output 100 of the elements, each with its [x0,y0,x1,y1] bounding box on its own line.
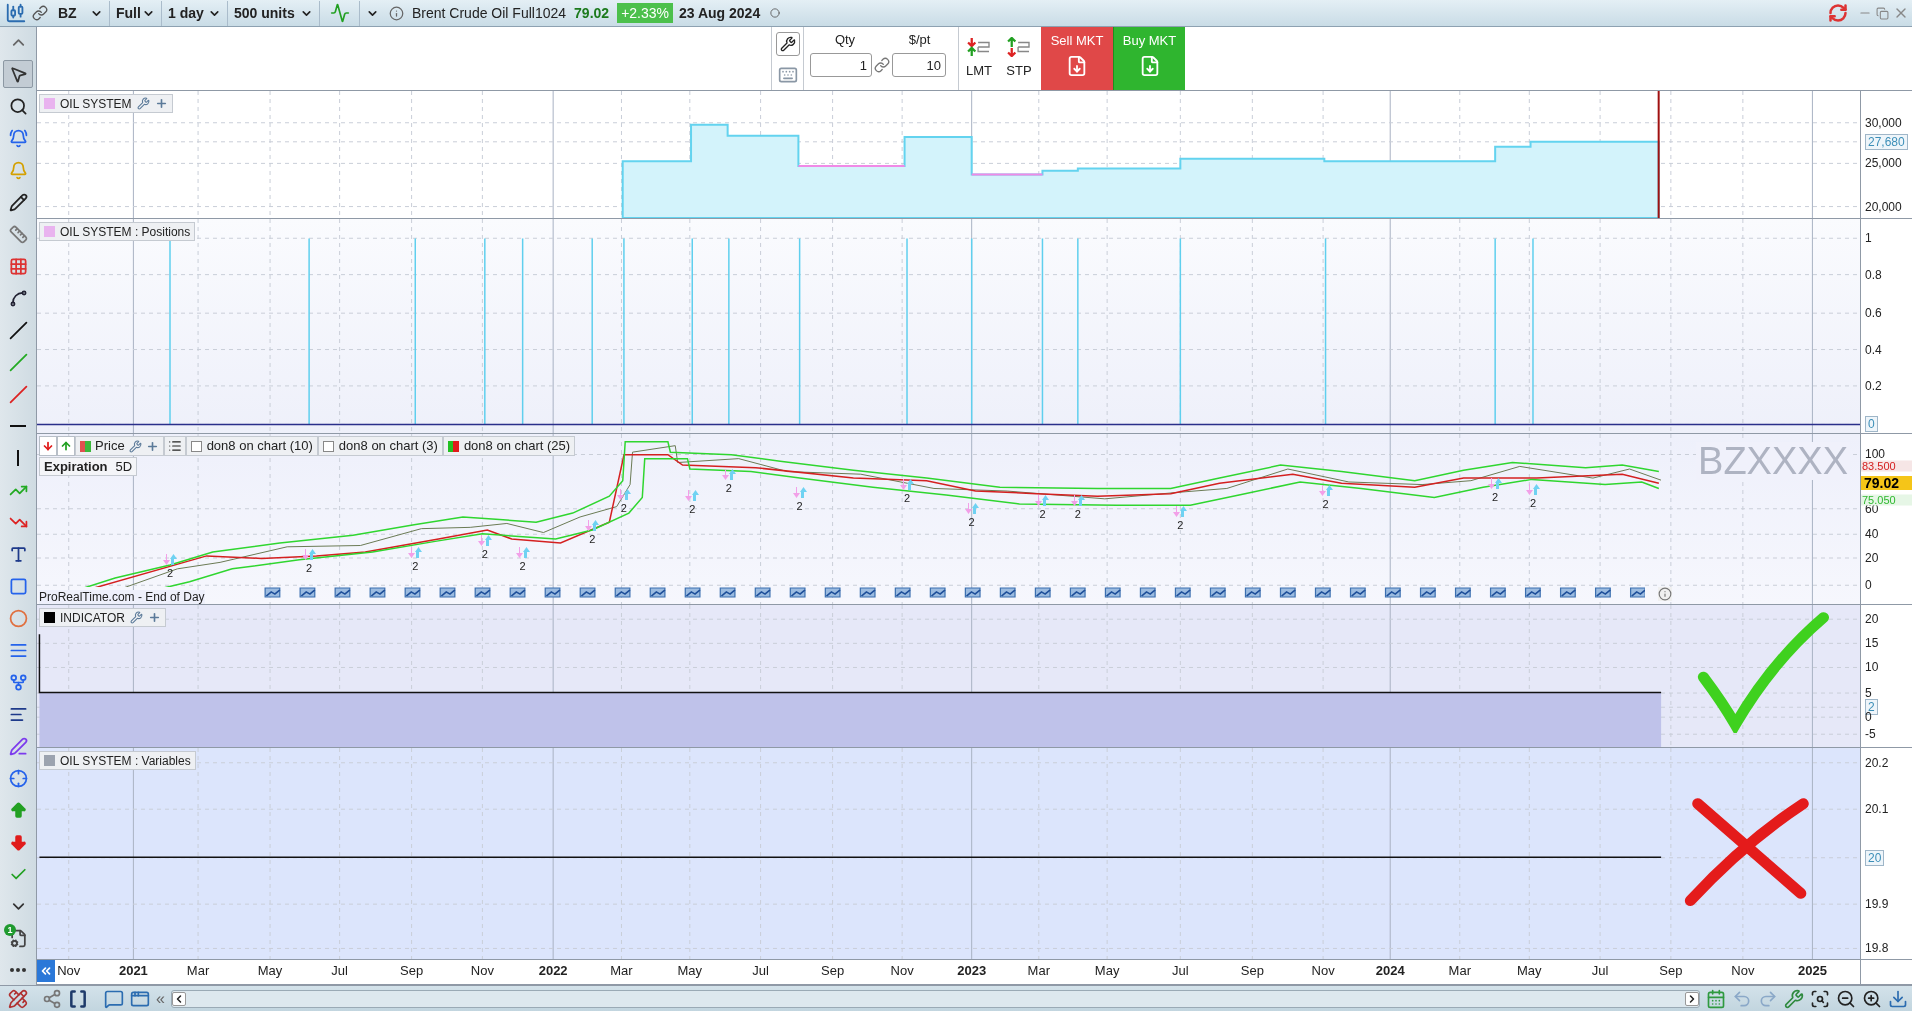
axis-label: 20.1 [1865,803,1889,816]
axis-label: 0 [1865,579,1872,592]
link-icon[interactable] [874,57,890,73]
collapse-button[interactable]: « [156,990,165,1007]
axis-label: Mar [186,964,210,977]
curve-icon [8,288,28,308]
signal-arrows-icon [1525,483,1540,496]
axis-label: 40 [1865,528,1879,541]
info-icon[interactable] [1657,587,1672,601]
tool-button[interactable]: 1 [3,924,33,952]
drawing-tools-icon[interactable] [8,988,28,1009]
sell-arrow-button[interactable] [39,436,57,456]
scroll-right-icon[interactable] [1685,991,1699,1006]
axis-label: Jul [752,964,769,977]
scroll-left-button[interactable] [37,960,55,982]
signal-label: 2 [1492,490,1499,504]
interval-dropdown[interactable]: 1 day [162,0,228,26]
diagonal-line-icon [8,320,28,340]
expiration-value: 5D [115,457,133,476]
axis-label: Jul [331,964,348,977]
signal-label: 2 [903,491,911,505]
document-gear-icon [8,928,28,948]
wave-icon [329,3,350,23]
settings-icon[interactable] [129,611,143,624]
units-dropdown[interactable]: 500 units [228,0,320,26]
signal-arrows-icon [721,469,736,482]
zoom-in-icon[interactable] [1862,988,1882,1009]
ruler-icon [8,224,28,244]
axis-label: 19.9 [1865,898,1889,911]
order-lines-icon [967,36,991,57]
indicator-legend-item[interactable]: don8 on chart (25) [442,436,576,456]
signal-arrows-icon [302,549,317,562]
sell-market-button[interactable]: Sell MKT [1041,27,1113,90]
add-icon[interactable] [145,439,159,453]
axis-label: 25,000 [1865,157,1902,170]
zoom-out-icon[interactable] [1836,988,1856,1009]
axis-label: -5 [1865,728,1876,741]
qty-field[interactable]: 1 [810,53,872,77]
stop-order-button[interactable]: STP [999,27,1039,90]
axis-label: Sep [400,964,424,977]
up-arrow-icon [60,440,72,452]
axis-label: 2022 [538,964,568,977]
refresh-icon[interactable] [1828,3,1848,23]
signal-arrows-icon [515,546,530,559]
fork-icon [8,672,28,692]
signal-label: 2 [306,562,313,576]
legend-label: OIL SYSTEM : Variables [60,752,191,770]
signal-arrows-icon [477,534,492,547]
signal-arrows-icon [1035,494,1050,507]
settings-icon[interactable] [136,97,150,110]
info-icon[interactable] [389,5,404,21]
keyboard-icon[interactable] [777,65,798,86]
tool-button[interactable] [3,60,33,88]
axis-label: 1 [1865,232,1872,245]
restore-icon[interactable] [1876,6,1889,20]
signal-label: 2 [1322,498,1329,511]
zoom-fit-icon[interactable] [1810,988,1830,1009]
order-lines-icon [1007,36,1031,57]
mode-dropdown[interactable]: Full [110,0,162,26]
signal-label: 2 [1039,507,1046,521]
axis-label: Nov [1311,964,1335,977]
legend-label: Price [95,437,125,456]
indicator-legend-item[interactable]: don8 on chart (10) [185,436,318,456]
down-arrow-icon [8,832,28,852]
axis-label: 0 [1865,416,1878,433]
signal-label: 2 [481,547,488,561]
point-value-label: $/pt [907,31,932,50]
list-button[interactable] [163,436,186,456]
more-icon [10,968,26,972]
buy-arrow-button[interactable] [57,436,75,456]
settings-icon[interactable] [1784,988,1804,1009]
add-icon[interactable] [147,611,161,624]
add-icon[interactable] [154,97,168,110]
candlestick-icon[interactable] [5,2,27,24]
signal-arrows-icon [1173,505,1188,518]
share-icon[interactable] [42,988,62,1009]
link-icon[interactable] [32,5,48,21]
indicator-legend-item[interactable]: don8 on chart (3) [317,436,443,456]
settings-icon[interactable] [128,439,142,453]
pointer-icon [8,64,28,84]
signal-label: 2 [519,559,526,573]
horizontal-scrollbar[interactable] [170,989,1700,1008]
axis-label: Mar [1027,964,1050,977]
horizontal-line-icon [10,425,26,427]
download-icon[interactable] [1888,988,1908,1009]
ellipse-icon [8,608,28,628]
point-value-field[interactable]: 10 [892,53,946,77]
axis-label: Nov [1731,964,1755,977]
document-arrow-icon [1066,54,1088,77]
diagonal-line-icon [8,352,28,372]
brackets-icon[interactable] [68,988,88,1009]
signal-label: 2 [1177,518,1184,532]
chat-icon[interactable] [104,988,124,1009]
settings-button[interactable] [775,31,800,56]
calendar-icon[interactable] [1706,988,1726,1009]
symbol-dropdown[interactable]: BZ [52,0,110,26]
limit-order-button[interactable]: LMT [959,27,999,90]
scroll-left-icon[interactable] [171,991,186,1006]
axis-label: 20.2 [1865,756,1889,769]
indicator-swatch [322,440,334,452]
